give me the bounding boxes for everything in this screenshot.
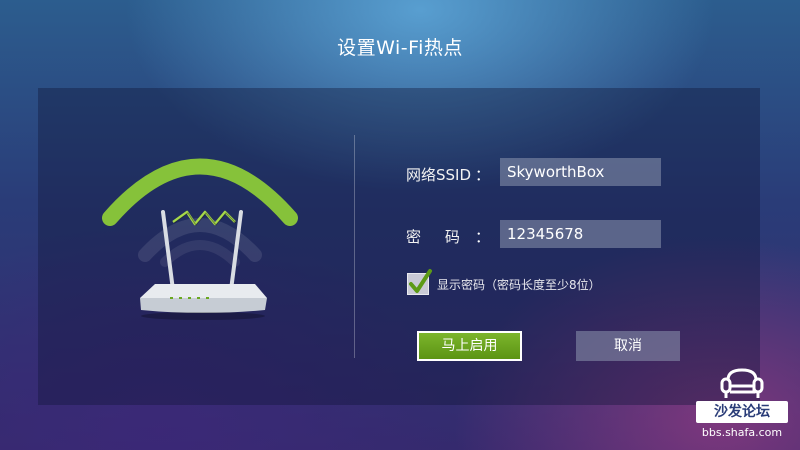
panel-divider (354, 135, 355, 358)
show-password-label: 显示密码（密码长度至少8位） (437, 278, 601, 292)
watermark: 沙发论坛 bbs.shafa.com (696, 366, 788, 444)
ssid-label: 网络SSID (406, 166, 472, 184)
wifi-router-icon (95, 150, 305, 325)
sofa-icon (720, 368, 764, 398)
ssid-input[interactable]: SkyworthBox (500, 158, 661, 186)
password-input[interactable]: 12345678 (500, 220, 661, 248)
checkmark-icon (409, 269, 432, 293)
watermark-site: bbs.shafa.com (701, 426, 783, 439)
page-title: 设置Wi-Fi热点 (337, 37, 463, 59)
watermark-brand: 沙发论坛 (696, 401, 788, 423)
password-label: 密 码 (406, 228, 460, 246)
show-password-checkbox[interactable] (407, 269, 432, 295)
start-button[interactable]: 马上启用 (417, 331, 522, 361)
cancel-button[interactable]: 取消 (576, 331, 680, 361)
ssid-colon: ： (475, 166, 491, 184)
password-colon: ： (475, 228, 491, 246)
